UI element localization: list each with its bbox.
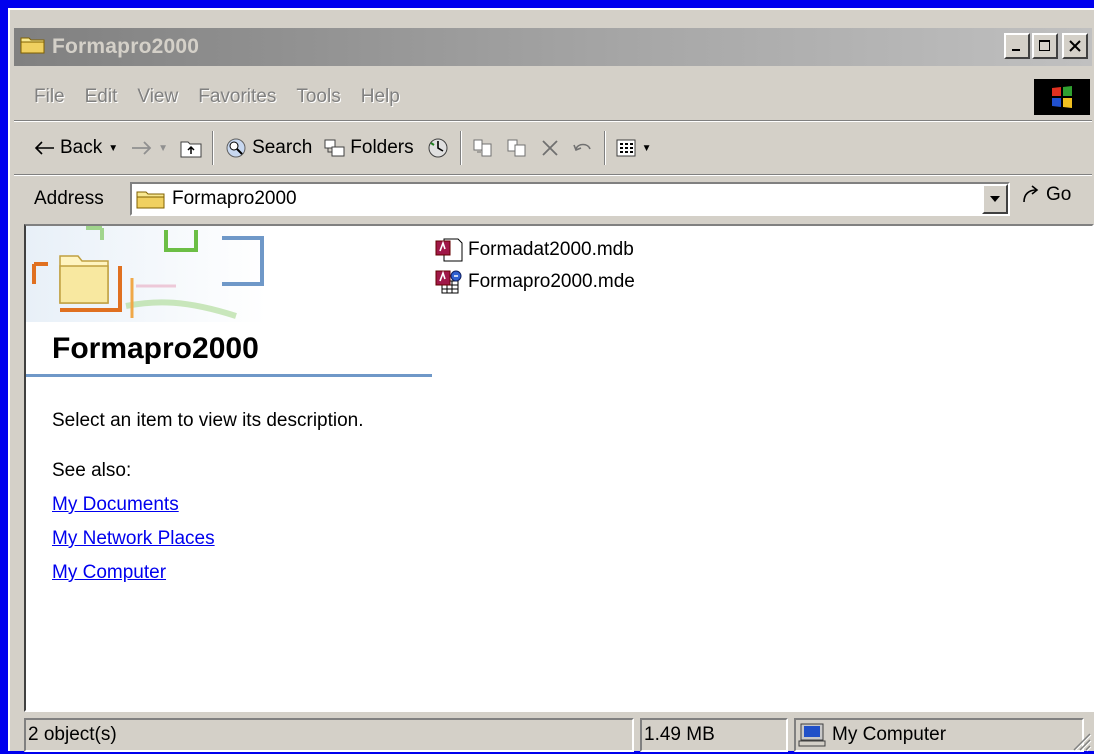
standard-toolbar: Back ▼ ▼ Search Folders ▼ bbox=[14, 124, 1092, 172]
back-label: Back bbox=[60, 137, 103, 158]
description-text: Select an item to view its description. bbox=[52, 410, 364, 431]
folder-banner-graphic bbox=[26, 226, 438, 322]
move-to-icon bbox=[473, 139, 492, 157]
history-button[interactable] bbox=[420, 130, 456, 166]
back-dropdown-icon[interactable]: ▼ bbox=[108, 143, 118, 154]
folder-icon bbox=[136, 191, 165, 209]
delete-button[interactable] bbox=[534, 130, 566, 166]
access-mde-icon bbox=[435, 270, 462, 294]
file-name: Formadat2000.mdb bbox=[468, 239, 634, 260]
copy-to-icon bbox=[507, 139, 526, 157]
windows-logo-icon bbox=[1034, 79, 1090, 115]
minimize-button[interactable] bbox=[1004, 33, 1030, 59]
forward-button[interactable]: ▼ bbox=[124, 130, 174, 166]
toolbar-divider bbox=[212, 131, 215, 165]
menu-edit[interactable]: Edit bbox=[85, 86, 118, 108]
close-button[interactable] bbox=[1062, 33, 1088, 59]
toolbar-divider bbox=[603, 131, 606, 165]
up-folder-icon bbox=[180, 141, 202, 158]
toolbar-divider bbox=[459, 131, 462, 165]
my-computer-icon bbox=[798, 723, 826, 747]
chevron-down-icon bbox=[990, 196, 1000, 202]
object-count-text: 2 object(s) bbox=[28, 724, 117, 745]
search-button[interactable]: Search bbox=[218, 130, 318, 166]
link-my-computer[interactable]: My Computer bbox=[52, 562, 166, 584]
menu-separator bbox=[14, 120, 1092, 122]
back-arrow-icon bbox=[34, 141, 54, 155]
file-item[interactable]: Formadat2000.mdb bbox=[434, 234, 635, 266]
back-button[interactable]: Back ▼ bbox=[28, 130, 124, 166]
file-list: Formadat2000.mdb Formapro2000.mde bbox=[434, 234, 635, 298]
pane-title-rule bbox=[26, 374, 432, 377]
search-icon bbox=[226, 138, 246, 158]
content-area: Formapro2000 Select an item to view its … bbox=[24, 224, 1094, 712]
undo-button[interactable] bbox=[566, 130, 600, 166]
up-folder-button[interactable] bbox=[174, 130, 208, 166]
views-button[interactable]: ▼ bbox=[610, 130, 658, 166]
large-folder-icon bbox=[59, 255, 109, 304]
status-zone: My Computer bbox=[794, 718, 1084, 752]
access-database-icon bbox=[435, 238, 463, 262]
link-my-network-places[interactable]: My Network Places bbox=[52, 528, 215, 550]
views-dropdown-icon[interactable]: ▼ bbox=[642, 143, 652, 154]
window-title: Formapro2000 bbox=[52, 35, 200, 58]
go-label: Go bbox=[1046, 184, 1072, 205]
folders-button[interactable]: Folders bbox=[318, 130, 419, 166]
size-text: 1.49 MB bbox=[644, 724, 715, 745]
address-value: Formapro2000 bbox=[172, 188, 297, 209]
go-arrow-icon bbox=[1023, 185, 1039, 203]
forward-dropdown-icon[interactable]: ▼ bbox=[158, 143, 168, 154]
zone-text: My Computer bbox=[832, 724, 947, 745]
menu-help[interactable]: Help bbox=[361, 86, 400, 108]
address-label: Address bbox=[34, 188, 104, 209]
search-label: Search bbox=[252, 137, 313, 158]
folder-icon bbox=[20, 34, 46, 60]
move-to-button[interactable] bbox=[466, 130, 500, 166]
web-view-pane: Formapro2000 Select an item to view its … bbox=[26, 226, 438, 706]
menu-tools[interactable]: Tools bbox=[296, 86, 340, 108]
see-also-label: See also: bbox=[52, 460, 132, 481]
forward-arrow-icon bbox=[132, 141, 152, 155]
menu-file[interactable]: File bbox=[34, 86, 65, 108]
menu-view[interactable]: View bbox=[137, 86, 178, 108]
explorer-window: Formapro2000 File Edit View Favorites To… bbox=[8, 8, 1094, 754]
address-bar: Address Formapro2000 Go bbox=[14, 178, 1092, 220]
history-icon bbox=[428, 138, 448, 158]
resize-grip-icon[interactable] bbox=[1070, 730, 1092, 752]
address-dropdown-button[interactable] bbox=[982, 184, 1008, 214]
views-icon bbox=[616, 139, 636, 157]
delete-icon bbox=[541, 140, 558, 156]
toolbar-separator bbox=[14, 174, 1092, 176]
menu-favorites[interactable]: Favorites bbox=[198, 86, 276, 108]
pane-title: Formapro2000 bbox=[52, 332, 259, 365]
copy-to-button[interactable] bbox=[500, 130, 534, 166]
status-size: 1.49 MB bbox=[640, 718, 788, 752]
title-bar[interactable]: Formapro2000 bbox=[14, 28, 1092, 66]
address-input[interactable]: Formapro2000 bbox=[130, 182, 1010, 216]
link-my-documents[interactable]: My Documents bbox=[52, 494, 179, 516]
menu-bar: File Edit View Favorites Tools Help bbox=[14, 76, 1092, 118]
maximize-button[interactable] bbox=[1032, 33, 1058, 59]
undo-icon bbox=[572, 143, 591, 152]
file-item[interactable]: Formapro2000.mde bbox=[434, 266, 635, 298]
status-bar: 2 object(s) 1.49 MB My Computer bbox=[24, 718, 1094, 754]
go-button[interactable]: Go bbox=[1020, 184, 1071, 206]
status-object-count: 2 object(s) bbox=[24, 718, 634, 752]
file-name: Formapro2000.mde bbox=[468, 271, 635, 292]
folders-icon bbox=[324, 139, 345, 157]
folders-label: Folders bbox=[350, 137, 414, 158]
